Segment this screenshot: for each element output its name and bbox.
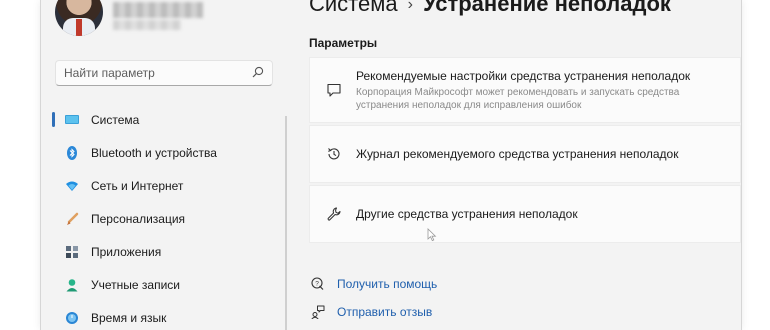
section-title: Параметры	[309, 36, 378, 50]
svg-text:?: ?	[315, 280, 319, 287]
card-description: Корпорация Майкрософт может рекомендоват…	[356, 86, 680, 111]
page-title: Устранение неполадок	[422, 0, 671, 16]
apps-icon	[65, 245, 79, 259]
sidebar-item-accounts[interactable]: Учетные записи	[51, 268, 281, 301]
sidebar-item-label: Приложения	[91, 244, 162, 259]
user-avatar[interactable]	[55, 0, 103, 36]
sidebar-item-system[interactable]: Система	[51, 103, 281, 136]
send-feedback-label: Отправить отзыв	[337, 305, 433, 319]
troubleshooter-history-card[interactable]: Журнал рекомендуемого средства устранени…	[309, 125, 741, 183]
feedback-icon	[311, 305, 325, 320]
send-feedback-link[interactable]: Отправить отзыв	[311, 298, 437, 326]
bluetooth-icon	[65, 145, 79, 160]
main-content: Система › Устранение неполадок Параметры Р…	[291, 0, 741, 330]
sidebar-item-label: Bluetooth и устройства	[91, 145, 217, 160]
brush-icon	[65, 212, 79, 226]
recommended-settings-card[interactable]: Рекомендуемые настройки средства устране…	[309, 57, 741, 123]
sidebar-nav: Система Bluetooth и устройства Сеть и Ин…	[51, 103, 281, 330]
chat-bubble-icon	[326, 82, 342, 98]
sidebar-scrollbar[interactable]	[285, 116, 287, 330]
get-help-link[interactable]: ? Получить помощь	[311, 270, 437, 298]
history-icon	[326, 146, 342, 162]
sidebar-item-label: Персонализация	[91, 211, 186, 226]
breadcrumb-separator: ›	[407, 0, 413, 13]
account-icon	[65, 278, 79, 292]
card-title: Рекомендуемые настройки средства устране…	[356, 68, 691, 83]
breadcrumb-parent[interactable]: Система	[309, 0, 398, 16]
sidebar-item-network[interactable]: Сеть и Интернет	[51, 169, 281, 202]
globe-clock-icon	[65, 311, 79, 325]
other-troubleshooters-card[interactable]: Другие средства устранения неполадок	[309, 185, 741, 243]
help-links: ? Получить помощь Отправить отзыв	[311, 270, 437, 326]
sidebar-item-label: Время и язык	[91, 310, 167, 325]
search-input[interactable]: Найти параметр	[55, 60, 273, 86]
user-email-blurred	[113, 20, 181, 30]
card-title: Другие средства устранения неполадок	[356, 207, 578, 221]
card-title: Журнал рекомендуемого средства устранени…	[356, 147, 679, 161]
wifi-icon	[65, 179, 79, 193]
sidebar-item-personalization[interactable]: Персонализация	[51, 202, 281, 235]
sidebar-item-label: Учетные записи	[91, 277, 180, 292]
get-help-label: Получить помощь	[337, 277, 438, 291]
wrench-icon	[326, 206, 342, 222]
search-placeholder: Найти параметр	[64, 66, 155, 80]
user-name-blurred	[113, 2, 203, 18]
help-icon: ?	[311, 277, 325, 291]
settings-window: Найти параметр Система Bluetooth и устро…	[40, 0, 742, 330]
sidebar: Найти параметр Система Bluetooth и устро…	[41, 0, 291, 330]
sidebar-item-apps[interactable]: Приложения	[51, 235, 281, 268]
sidebar-item-label: Сеть и Интернет	[91, 178, 184, 193]
sidebar-item-bluetooth[interactable]: Bluetooth и устройства	[51, 136, 281, 169]
display-icon	[65, 113, 79, 127]
mouse-cursor	[427, 228, 437, 242]
settings-cards: Рекомендуемые настройки средства устране…	[309, 57, 741, 245]
sidebar-item-time-language[interactable]: Время и язык	[51, 301, 281, 330]
sidebar-item-label: Система	[91, 112, 140, 127]
breadcrumb: Система › Устранение неполадок	[309, 0, 671, 17]
search-icon[interactable]	[252, 66, 264, 81]
